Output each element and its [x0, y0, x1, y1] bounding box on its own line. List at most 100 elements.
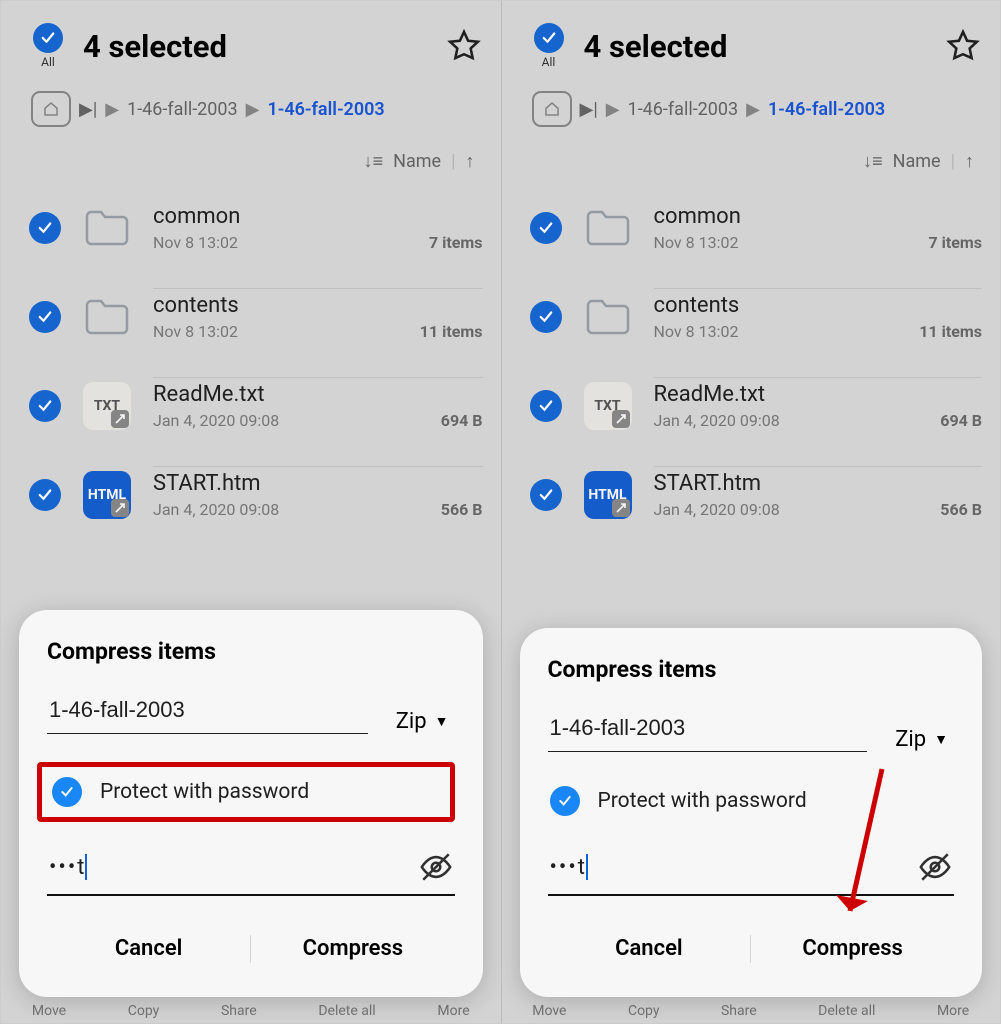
file-date: Nov 8 13:02 [153, 322, 238, 341]
list-item[interactable]: common Nov 8 13:027 items [524, 182, 991, 270]
file-name: START.htm [153, 471, 483, 496]
password-input[interactable]: •••t [550, 854, 919, 880]
star-icon[interactable] [447, 29, 481, 63]
text-cursor [586, 854, 588, 880]
compress-modal: Compress items Zip ▼ Protect with passwo… [520, 628, 983, 997]
toolbar-more[interactable]: More [437, 1003, 469, 1019]
row-checkbox[interactable] [29, 212, 61, 244]
breadcrumb-item-active[interactable]: 1-46-fall-2003 [267, 99, 384, 120]
toggle-password-visibility[interactable] [918, 850, 952, 884]
toolbar-delete[interactable]: Delete all [318, 1003, 375, 1019]
row-checkbox[interactable] [29, 479, 61, 511]
toolbar-move[interactable]: Move [532, 1003, 566, 1019]
breadcrumb-item-active[interactable]: 1-46-fall-2003 [768, 99, 885, 120]
toolbar-move[interactable]: Move [32, 1003, 66, 1019]
row-checkbox[interactable] [29, 301, 61, 333]
file-name: START.htm [654, 471, 983, 496]
file-date: Jan 4, 2020 09:08 [654, 411, 780, 430]
file-meta: 11 items [919, 322, 982, 341]
file-name: ReadMe.txt [153, 382, 483, 407]
header: All 4 selected [502, 1, 1001, 77]
compress-button[interactable]: Compress [251, 918, 454, 979]
toolbar-share[interactable]: Share [721, 1003, 757, 1019]
list-item[interactable]: common Nov 8 13:027 items [23, 182, 491, 270]
eye-off-icon [918, 850, 952, 884]
format-select[interactable]: Zip ▼ [396, 709, 455, 734]
breadcrumb-start-icon[interactable]: ▶| [79, 99, 97, 120]
chevron-right-icon: ▶ [246, 99, 260, 120]
toggle-password-visibility[interactable] [419, 850, 453, 884]
format-label: Zip [895, 727, 926, 752]
row-checkbox[interactable] [530, 212, 562, 244]
breadcrumb-item[interactable]: 1-46-fall-2003 [127, 99, 238, 120]
header: All 4 selected [1, 1, 501, 77]
home-icon[interactable] [532, 91, 572, 127]
toolbar-copy[interactable]: Copy [628, 1003, 660, 1019]
bottom-toolbar: Move Copy Share Delete all More [502, 999, 1001, 1023]
modal-title: Compress items [548, 656, 955, 683]
list-item[interactable]: HTML START.htm Jan 4, 2020 09:08566 B [23, 448, 491, 537]
file-meta: 566 B [441, 500, 483, 519]
file-name: ReadMe.txt [654, 382, 983, 407]
list-item[interactable]: TXT ReadMe.txt Jan 4, 2020 09:08694 B [23, 359, 491, 448]
protect-password-checkbox[interactable] [550, 786, 580, 816]
select-all-label: All [41, 55, 55, 69]
format-select[interactable]: Zip ▼ [895, 727, 954, 752]
list-item[interactable]: contents Nov 8 13:0211 items [23, 270, 491, 359]
cancel-button[interactable]: Cancel [548, 918, 751, 979]
folder-icon [584, 208, 632, 248]
list-item[interactable]: HTML START.htm Jan 4, 2020 09:08566 B [524, 448, 991, 537]
compress-modal: Compress items Zip ▼ Protect with passwo… [19, 610, 483, 997]
chevron-down-icon: ▼ [435, 713, 449, 730]
breadcrumb-start-icon[interactable]: ▶| [580, 99, 598, 120]
file-date: Nov 8 13:02 [654, 233, 739, 252]
toolbar-more[interactable]: More [937, 1003, 969, 1019]
breadcrumb-item[interactable]: 1-46-fall-2003 [628, 99, 739, 120]
html-file-icon: HTML [584, 471, 632, 519]
screenshot-left: All 4 selected ▶| ▶ 1-46-fall-2003 ▶ 1-4… [1, 1, 501, 1023]
home-icon[interactable] [31, 91, 71, 127]
password-input[interactable]: •••t [49, 854, 419, 880]
archive-name-input[interactable] [47, 691, 368, 734]
file-name: contents [153, 293, 483, 318]
sort-direction-icon[interactable]: ↑ [466, 151, 475, 172]
screenshot-right: All 4 selected ▶| ▶ 1-46-fall-2003 ▶ 1-4… [501, 1, 1001, 1023]
row-checkbox[interactable] [530, 301, 562, 333]
list-item[interactable]: TXT ReadMe.txt Jan 4, 2020 09:08694 B [524, 359, 991, 448]
sort-label[interactable]: Name [393, 151, 441, 172]
file-date: Jan 4, 2020 09:08 [153, 500, 279, 519]
select-all-checkbox[interactable] [534, 23, 564, 53]
row-checkbox[interactable] [29, 390, 61, 422]
compress-button[interactable]: Compress [751, 918, 954, 979]
file-date: Jan 4, 2020 09:08 [153, 411, 279, 430]
toolbar-copy[interactable]: Copy [128, 1003, 160, 1019]
file-meta: 7 items [429, 233, 483, 252]
eye-off-icon [419, 850, 453, 884]
modal-title: Compress items [47, 638, 455, 665]
row-checkbox[interactable] [530, 390, 562, 422]
sort-icon[interactable]: ↓≡ [863, 151, 883, 172]
bottom-toolbar: Move Copy Share Delete all More [1, 999, 501, 1023]
cancel-button[interactable]: Cancel [47, 918, 250, 979]
breadcrumb: ▶| ▶ 1-46-fall-2003 ▶ 1-46-fall-2003 [502, 77, 1001, 131]
toolbar-share[interactable]: Share [221, 1003, 257, 1019]
file-date: Nov 8 13:02 [654, 322, 739, 341]
star-icon[interactable] [946, 29, 980, 63]
folder-icon [584, 297, 632, 337]
sort-label[interactable]: Name [893, 151, 941, 172]
protect-password-checkbox[interactable] [52, 777, 82, 807]
archive-name-input[interactable] [548, 709, 868, 752]
folder-icon [83, 208, 131, 248]
toolbar-delete[interactable]: Delete all [818, 1003, 875, 1019]
row-checkbox[interactable] [530, 479, 562, 511]
format-label: Zip [396, 709, 427, 734]
sort-icon[interactable]: ↓≡ [364, 151, 384, 172]
file-name: common [654, 204, 983, 229]
check-icon [540, 29, 558, 47]
sort-direction-icon[interactable]: ↑ [965, 151, 974, 172]
select-all-checkbox[interactable] [33, 23, 63, 53]
txt-file-icon: TXT [83, 382, 131, 430]
txt-file-icon: TXT [584, 382, 632, 430]
list-item[interactable]: contents Nov 8 13:0211 items [524, 270, 991, 359]
annotation-highlight: Protect with password [37, 762, 455, 822]
